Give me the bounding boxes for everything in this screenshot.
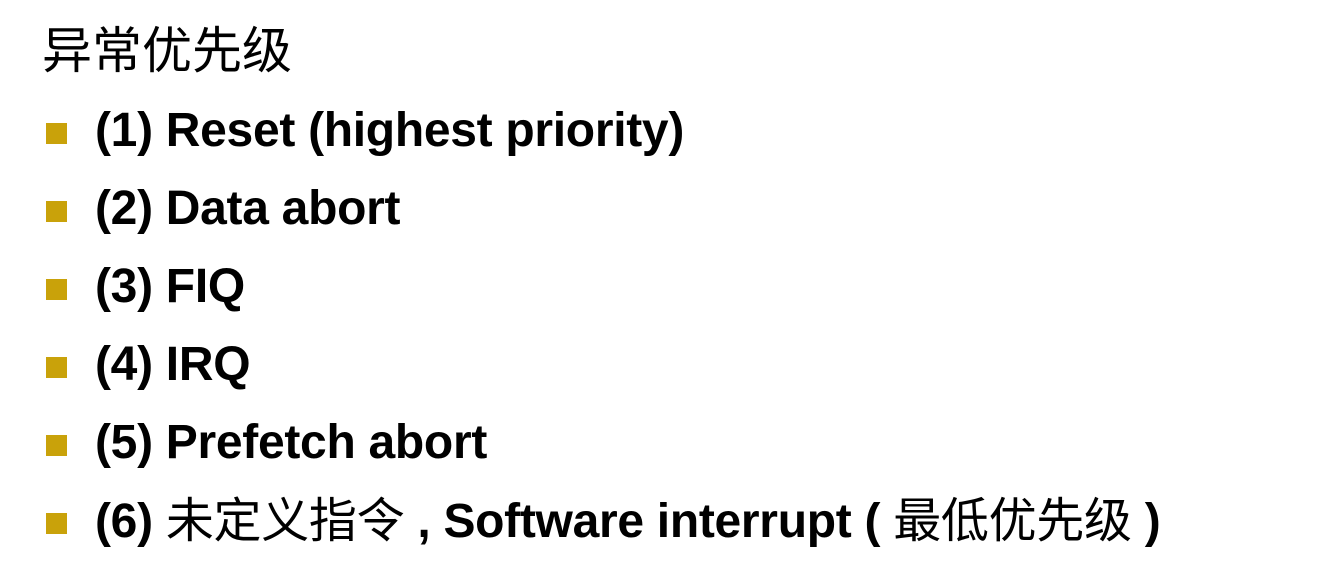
bullet-text-part: (2) Data abort xyxy=(95,182,401,235)
bullet-text-part: ) xyxy=(1144,495,1161,548)
square-bullet-icon xyxy=(46,123,67,144)
bullet-text-part: (4) IRQ xyxy=(95,338,251,391)
bullet-text-part: (5) Prefetch abort xyxy=(95,416,488,469)
bullet-text: (2) Data abort xyxy=(95,170,400,248)
square-bullet-icon xyxy=(46,513,67,534)
bullet-text: (6) 未定义指令 , Software interrupt ( 最低优先级 ) xyxy=(95,482,1161,561)
bullet-text: (4) IRQ xyxy=(95,326,251,404)
bullet-text: (3) FIQ xyxy=(95,248,245,326)
bullet-text-part: (6) xyxy=(95,495,166,548)
square-bullet-icon xyxy=(46,201,67,222)
slide-heading: 异常优先级 xyxy=(42,22,292,80)
bullet-text: (1) Reset (highest priority) xyxy=(95,92,684,170)
bullet-text-part-cjk: 未定义指令 xyxy=(165,493,405,549)
bullet-text-part: , Software interrupt ( xyxy=(417,495,881,548)
square-bullet-icon xyxy=(46,279,67,300)
bullet-text-part-cjk: 最低优先级 xyxy=(893,493,1132,549)
square-bullet-icon xyxy=(46,435,67,456)
bullet-text: (5) Prefetch abort xyxy=(95,404,487,482)
square-bullet-icon xyxy=(46,357,67,378)
slide: 异常优先级 (1) Reset (highest priority) (2) D… xyxy=(0,0,1342,572)
bullet-text-part: (3) FIQ xyxy=(95,260,245,313)
bullet-text-part: (1) Reset (highest priority) xyxy=(95,104,684,157)
